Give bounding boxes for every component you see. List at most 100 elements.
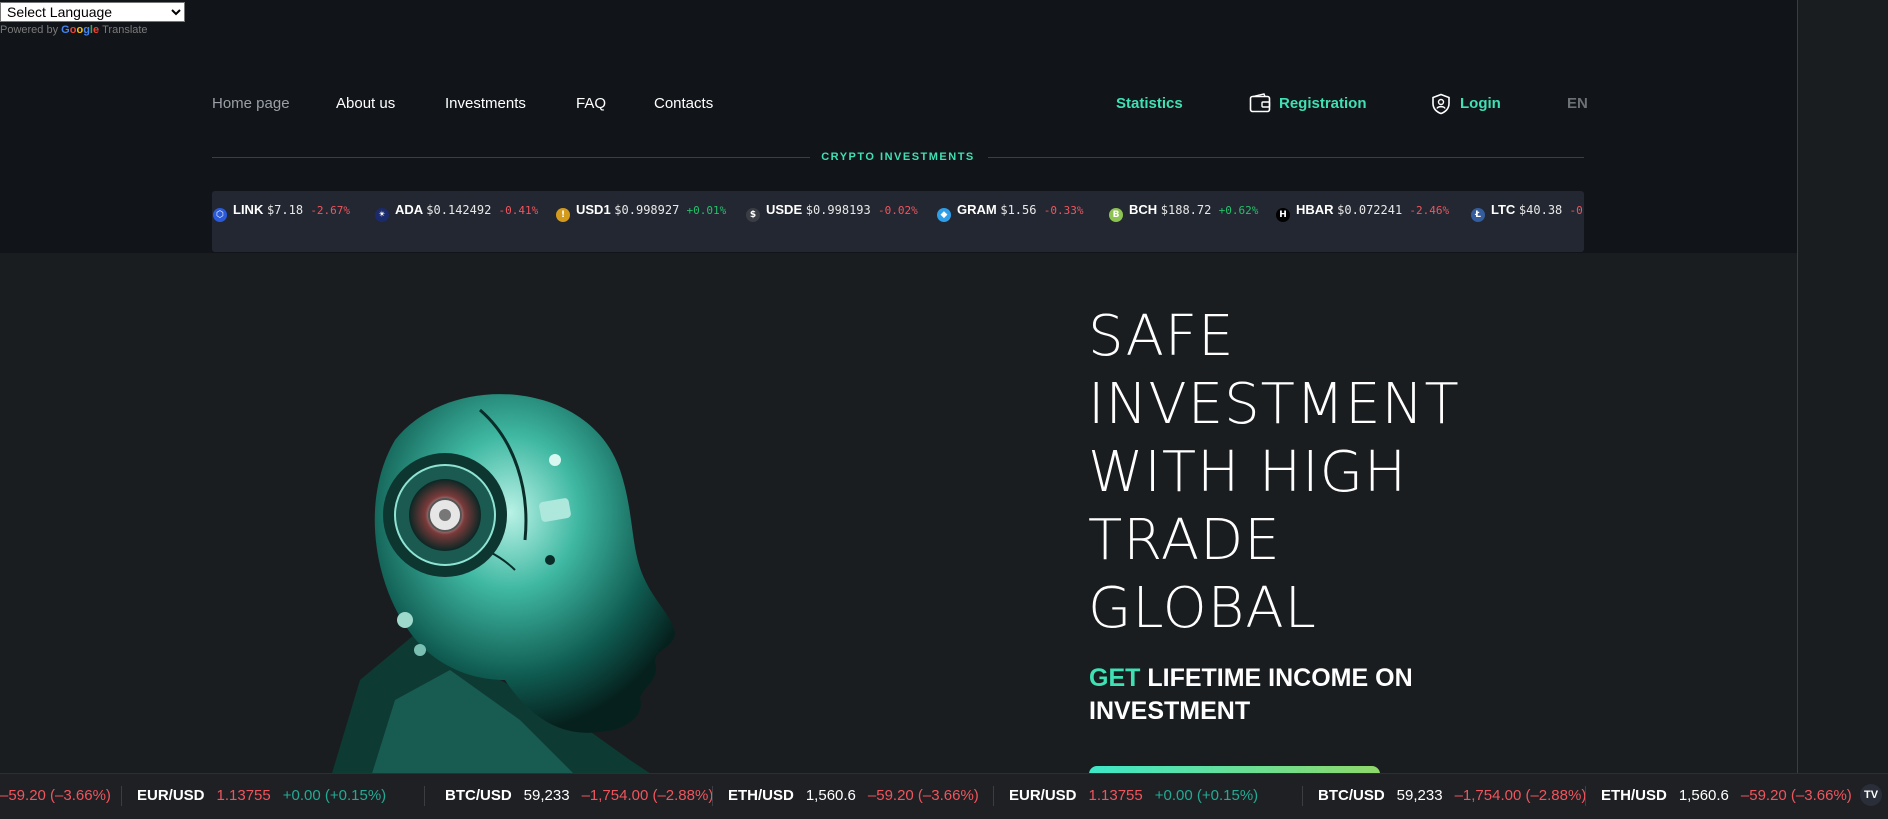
crypto-change: -0.02% — [877, 204, 918, 217]
bitcoin-cash-icon: B — [1109, 208, 1123, 222]
nav-contacts[interactable]: Contacts — [654, 95, 713, 112]
section-label: CRYPTO INVESTMENTS — [821, 151, 975, 163]
fx-ticker-item[interactable]: EUR/USD 1.13755 +0.00 (+0.15%) — [1009, 787, 1258, 804]
crypto-ticker-item[interactable]: ⬡ LINK $7.18 -2.67% — [213, 202, 351, 222]
fx-pair: BTC/USD — [1318, 787, 1385, 804]
scrollbar-track[interactable] — [1797, 0, 1798, 773]
crypto-symbol: ADA — [395, 202, 427, 217]
crypto-price: $0.142492 — [426, 203, 499, 217]
nav-about[interactable]: About us — [336, 95, 395, 112]
fx-pair: EUR/USD — [1009, 787, 1077, 804]
crypto-price: $7.18 — [266, 203, 311, 217]
chainlink-icon: ⬡ — [213, 208, 227, 222]
litecoin-icon: Ł — [1471, 208, 1485, 222]
crypto-price: $1.56 — [1000, 203, 1044, 217]
powered-by-google: Powered by Google Translate — [0, 24, 148, 36]
crypto-change: -0.33% — [1043, 204, 1084, 217]
fx-price: 59,233 — [523, 787, 570, 804]
fx-ticker-item[interactable]: –59.20 (–3.66%) — [0, 787, 111, 804]
tradingview-logo-icon[interactable]: TV — [1860, 784, 1882, 806]
hero-title-line: SAFE — [1088, 304, 1235, 369]
crypto-ticker-item[interactable]: ◆ GRAM $1.56 -0.33% — [937, 202, 1084, 222]
nav-statistics[interactable]: Statistics — [1116, 95, 1183, 112]
language-select[interactable]: Select Language — [0, 2, 185, 22]
crypto-ticker[interactable]: ⬡ LINK $7.18 -2.67% ✴ ADA $0.142492 -0.41%!… — [212, 191, 1584, 252]
nav-investments[interactable]: Investments — [445, 95, 526, 112]
crypto-symbol: LINK — [233, 202, 267, 217]
fx-separator — [993, 786, 994, 806]
hero-title-line: WITH HIGH — [1088, 440, 1408, 505]
nav-faq[interactable]: FAQ — [576, 95, 606, 112]
cardano-icon: ✴ — [375, 208, 389, 222]
hero-subtitle-highlight: GET — [1089, 664, 1141, 692]
crypto-price: $40.38 — [1518, 203, 1570, 217]
crypto-symbol: USD1 — [576, 202, 615, 217]
crypto-symbol: HBAR — [1296, 202, 1338, 217]
fx-change: –1,754.00 (–2.88%) — [581, 787, 714, 804]
usd1-icon: ! — [556, 208, 570, 222]
crypto-symbol: USDE — [766, 202, 806, 217]
fx-separator — [424, 786, 425, 806]
fx-separator — [121, 786, 122, 806]
main-nav: Home page About us Investments FAQ Conta… — [0, 93, 1798, 118]
crypto-ticker-item[interactable]: $ USDE $0.998193 -0.02% — [746, 202, 918, 222]
crypto-ticker-item[interactable]: ! USD1 $0.998927 +0.01% — [556, 202, 727, 222]
usde-icon: $ — [746, 208, 760, 222]
fx-change: +0.00 (+0.15%) — [282, 787, 387, 804]
crypto-change: -2.67% — [310, 204, 351, 217]
fx-separator — [1585, 786, 1586, 806]
crypto-change: +0.01% — [686, 204, 727, 217]
fx-change: +0.00 (+0.15%) — [1154, 787, 1259, 804]
fx-price: 1.13755 — [216, 787, 271, 804]
hedera-icon: H — [1276, 208, 1290, 222]
hero-title-line: INVESTMENT — [1088, 372, 1460, 437]
fx-ticker-bar[interactable]: –59.20 (–3.66%) EUR/USD 1.13755 +0.00 (+0.1… — [0, 773, 1888, 819]
fx-ticker-item[interactable]: EUR/USD 1.13755 +0.00 (+0.15%) — [137, 787, 386, 804]
hero-subtitle: GET LIFETIME INCOME ON INVESTMENT — [1089, 662, 1469, 728]
crypto-change: -0.41% — [498, 204, 539, 217]
fx-ticker-item[interactable]: BTC/USD 59,233 –1,754.00 (–2.88%) — [1318, 787, 1586, 804]
fx-pair: ETH/USD — [1601, 787, 1667, 804]
crypto-price: $188.72 — [1160, 203, 1219, 217]
fx-price: 1,560.6 — [1678, 787, 1729, 804]
nav-registration[interactable]: Registration — [1279, 95, 1367, 112]
gram-icon: ◆ — [937, 208, 951, 222]
fx-separator — [712, 786, 713, 806]
shield-user-icon[interactable] — [1431, 93, 1451, 120]
crypto-ticker-item[interactable]: B BCH $188.72 +0.62% — [1109, 202, 1259, 222]
crypto-change: -2.46% — [1409, 204, 1450, 217]
crypto-change: -0. — [1569, 204, 1585, 217]
nav-language-en[interactable]: EN — [1567, 95, 1588, 112]
nav-home[interactable]: Home page — [212, 95, 290, 112]
crypto-price: $0.998927 — [614, 203, 687, 217]
nav-login[interactable]: Login — [1460, 95, 1501, 112]
crypto-ticker-item[interactable]: ✴ ADA $0.142492 -0.41% — [375, 202, 539, 222]
divider-line-left — [212, 157, 810, 158]
fx-ticker-item[interactable]: BTC/USD 59,233 –1,754.00 (–2.88%) — [445, 787, 713, 804]
fx-pair: ETH/USD — [728, 787, 794, 804]
fx-change: –1,754.00 (–2.88%) — [1454, 787, 1587, 804]
crypto-symbol: BCH — [1129, 202, 1161, 217]
crypto-price: $0.072241 — [1337, 203, 1410, 217]
hero-title-line: GLOBAL — [1088, 576, 1317, 641]
crypto-ticker-item[interactable]: H HBAR $0.072241 -2.46% — [1276, 202, 1450, 222]
crypto-ticker-row: ⬡ LINK $7.18 -2.67% ✴ ADA $0.142492 -0.41%!… — [212, 191, 1584, 229]
fx-ticker-item[interactable]: ETH/USD 1,560.6 –59.20 (–3.66%) — [1601, 787, 1852, 804]
fx-pair: BTC/USD — [445, 787, 512, 804]
fx-ticker-item[interactable]: ETH/USD 1,560.6 –59.20 (–3.66%) — [728, 787, 979, 804]
fx-change: –59.20 (–3.66%) — [1740, 787, 1852, 804]
crypto-symbol: GRAM — [957, 202, 1001, 217]
wallet-icon[interactable] — [1249, 93, 1271, 118]
crypto-price: $0.998193 — [805, 203, 878, 217]
fx-pair: EUR/USD — [137, 787, 205, 804]
fx-change: –59.20 (–3.66%) — [0, 787, 111, 804]
translate-link[interactable]: Translate — [102, 24, 147, 36]
hero-title-line: TRADE — [1088, 508, 1281, 573]
crypto-symbol: LTC — [1491, 202, 1519, 217]
crypto-change: +0.62% — [1218, 204, 1259, 217]
powered-by-label: Powered by — [0, 24, 59, 36]
crypto-ticker-item[interactable]: Ł LTC $40.38 -0. — [1471, 202, 1585, 222]
google-logo[interactable]: Google — [61, 24, 99, 36]
divider-line-right — [988, 157, 1584, 158]
fx-price: 59,233 — [1396, 787, 1443, 804]
